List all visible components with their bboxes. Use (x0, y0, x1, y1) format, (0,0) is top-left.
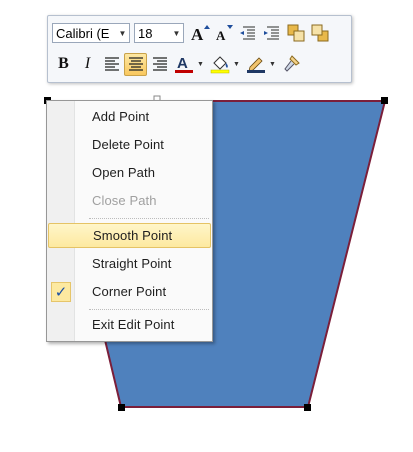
paint-bucket-icon (210, 56, 229, 74)
decrease-indent-icon (239, 26, 255, 40)
toolbar-row-1: Calibri (E ▼ 18 ▼ A A (52, 19, 332, 47)
shape-outline-dropdown[interactable]: ▼ (268, 53, 277, 76)
menu-item-label: Close Path (92, 193, 157, 208)
chevron-down-icon[interactable]: ▼ (170, 24, 183, 42)
italic-label: I (84, 55, 91, 72)
menu-separator (89, 218, 209, 219)
toolbar-row-2: B I A ▼ ▼ ▼ (52, 50, 304, 78)
send-to-back-icon (311, 24, 328, 42)
decrease-indent-button[interactable] (236, 22, 259, 45)
edit-point-handle[interactable] (118, 404, 125, 411)
svg-text:A: A (216, 28, 226, 43)
menu-item-corner-point[interactable]: ✓ Corner Point (48, 280, 211, 305)
menu-item-straight-point[interactable]: Straight Point (48, 252, 211, 277)
menu-item-label: Straight Point (92, 256, 172, 271)
shape-fill-dropdown[interactable]: ▼ (232, 53, 241, 76)
grow-font-icon: A (191, 25, 210, 43)
align-right-icon (152, 57, 167, 71)
menu-item-delete-point[interactable]: Delete Point (48, 133, 211, 158)
menu-item-add-point[interactable]: Add Point (48, 105, 211, 130)
menu-item-label: Smooth Point (93, 228, 173, 243)
align-center-icon (128, 57, 143, 71)
menu-item-exit-edit-point[interactable]: Exit Edit Point (48, 313, 211, 338)
italic-button[interactable]: I (76, 53, 99, 76)
font-color-icon: A (174, 55, 193, 73)
shape-outline-button[interactable] (244, 53, 267, 76)
menu-item-close-path: Close Path (48, 189, 211, 214)
svg-text:A: A (191, 25, 204, 43)
align-left-icon (104, 57, 119, 71)
menu-item-label: Add Point (92, 109, 150, 124)
align-right-button[interactable] (148, 53, 171, 76)
menu-separator (89, 309, 209, 310)
menu-item-open-path[interactable]: Open Path (48, 161, 211, 186)
edit-point-handle[interactable] (304, 404, 311, 411)
format-painter-button[interactable] (280, 53, 303, 76)
edit-point-handle[interactable] (381, 97, 388, 104)
menu-item-label: Exit Edit Point (92, 317, 175, 332)
menu-item-label: Open Path (92, 165, 156, 180)
increase-indent-icon (263, 26, 279, 40)
bring-to-front-button[interactable] (284, 22, 307, 45)
align-left-button[interactable] (100, 53, 123, 76)
shrink-font-icon: A (216, 25, 233, 43)
shape-fill-button[interactable] (208, 53, 231, 76)
edit-point-context-menu: Add Point Delete Point Open Path Close P… (46, 100, 213, 342)
bring-to-front-icon (287, 24, 304, 42)
increase-indent-button[interactable] (260, 22, 283, 45)
svg-text:A: A (177, 55, 188, 72)
shrink-font-button[interactable]: A (212, 22, 235, 45)
bold-button[interactable]: B (52, 53, 75, 76)
menu-item-label: Corner Point (92, 284, 167, 299)
font-name-combo[interactable]: Calibri (E ▼ (52, 23, 130, 43)
send-to-back-button[interactable] (308, 22, 331, 45)
font-color-dropdown[interactable]: ▼ (196, 53, 205, 76)
menu-item-label: Delete Point (92, 137, 165, 152)
font-color-button[interactable]: A (172, 53, 195, 76)
grow-font-button[interactable]: A (188, 22, 211, 45)
chevron-down-icon[interactable]: ▼ (116, 24, 129, 42)
menu-item-smooth-point[interactable]: Smooth Point (48, 223, 211, 248)
font-size-value: 18 (138, 25, 153, 41)
pencil-icon (246, 57, 265, 73)
align-center-button[interactable] (124, 52, 147, 76)
font-name-value: Calibri (E (56, 25, 110, 41)
bold-label: B (58, 55, 69, 72)
font-size-combo[interactable]: 18 ▼ (134, 23, 184, 43)
checkmark-icon: ✓ (51, 282, 71, 302)
mini-toolbar: Calibri (E ▼ 18 ▼ A A B I A ▼ ▼ ▼ (47, 15, 352, 83)
format-painter-icon (283, 55, 300, 72)
